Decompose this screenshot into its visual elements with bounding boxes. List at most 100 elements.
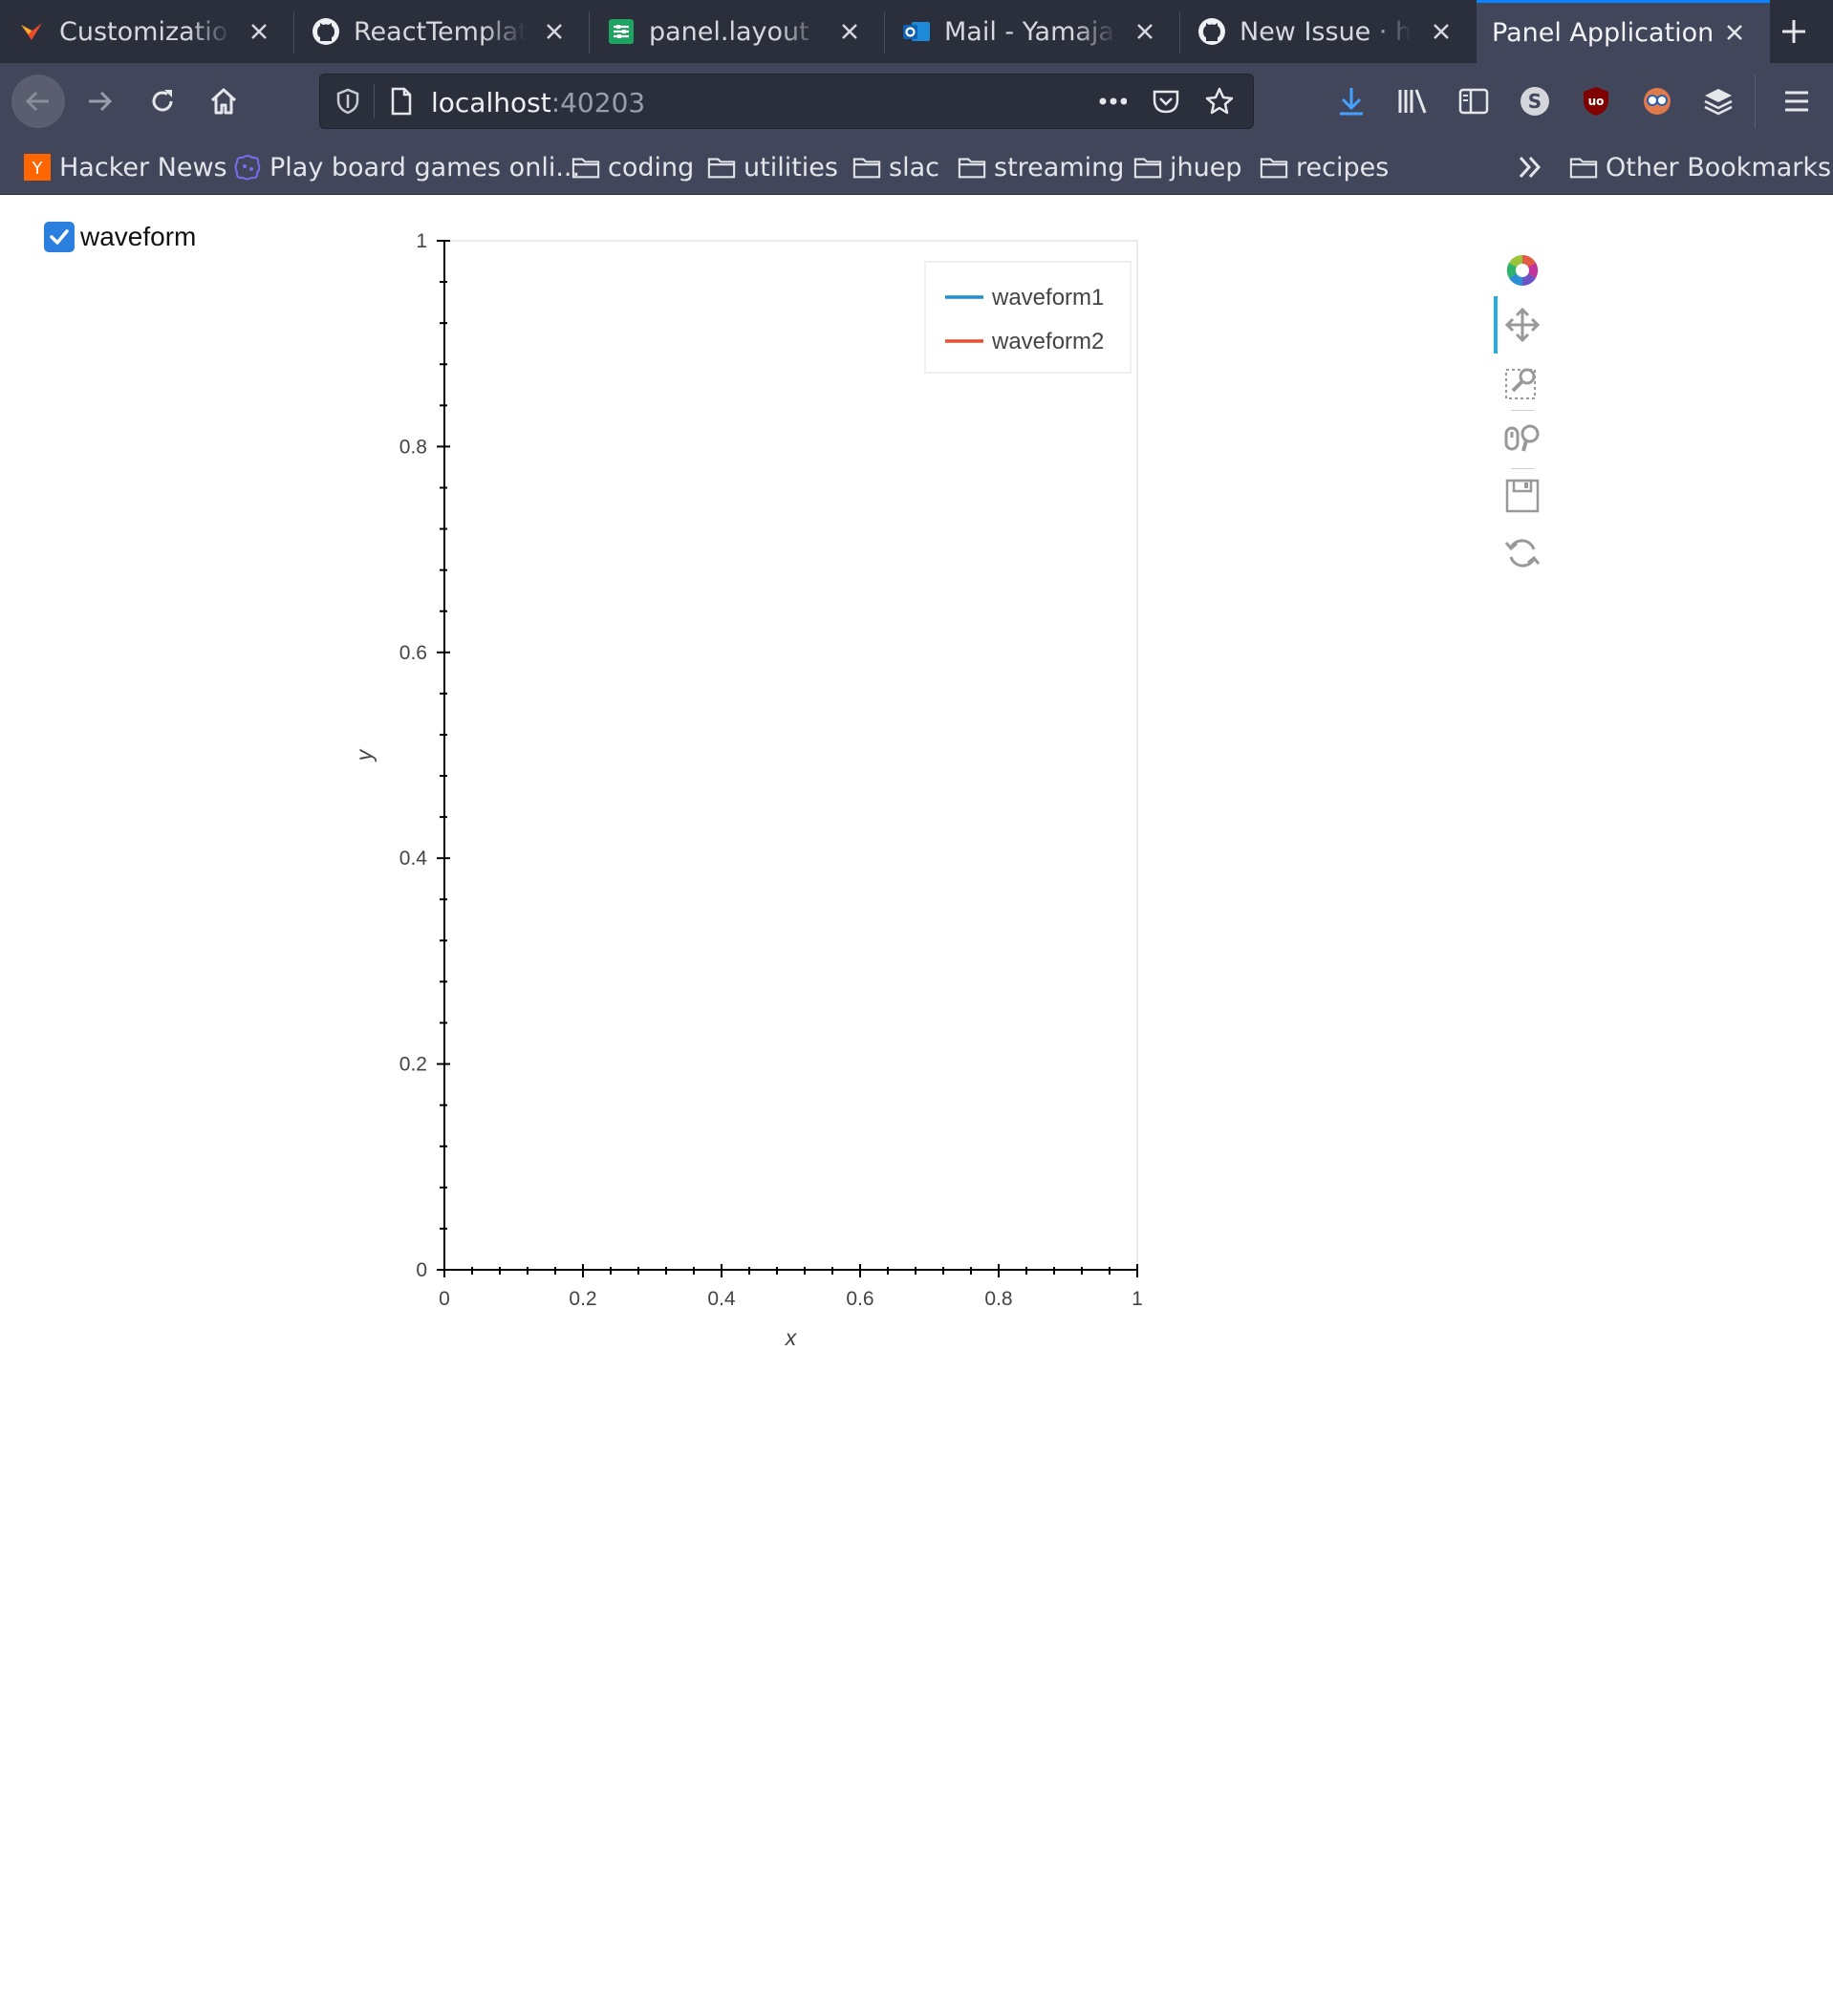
pocket-icon[interactable]	[1152, 87, 1180, 116]
tab-panel-application[interactable]: Panel Application	[1477, 0, 1770, 63]
close-tab-icon[interactable]	[1131, 17, 1159, 46]
y-tick-label: 0.6	[399, 642, 427, 664]
checkbox-checked-icon[interactable]	[44, 222, 75, 252]
chart-canvas[interactable]: 0 0.2 0.4 0.6 0.8 1 y 0 0.2 0.4 0.6 0.8 1 x waveform…	[344, 210, 1262, 1376]
svg-text:uo: uo	[1588, 95, 1605, 108]
tracking-shield-icon[interactable]	[334, 87, 362, 116]
y-tick-label: 0.4	[399, 847, 428, 869]
page-content: waveform 0 0.2 0.4 0.6 0.8 1 y 0 0.2 0.4 0.6 0.8 1 x…	[0, 195, 1833, 2016]
extension-s-icon[interactable]: S	[1518, 84, 1552, 118]
y-tick-label: 1	[416, 230, 427, 252]
url-text[interactable]: localhost:40203	[431, 87, 645, 118]
svg-text:S: S	[1528, 90, 1542, 113]
layers-extension-icon[interactable]	[1701, 84, 1736, 118]
vivaldi-like-favicon-icon	[17, 17, 46, 46]
active-tool-indicator	[1494, 296, 1498, 354]
x-tick-label: 1	[1132, 1288, 1143, 1310]
tab-reacttemplate[interactable]: ReactTemplate ·	[294, 0, 590, 63]
bokeh-plot[interactable]: 0 0.2 0.4 0.6 0.8 1 y 0 0.2 0.4 0.6 0.8 1 x waveform…	[344, 210, 1541, 1376]
bookmark-play-board-games[interactable]: Play board games onli...	[233, 149, 580, 185]
bookmark-label: coding	[608, 152, 695, 182]
folder-icon	[571, 153, 600, 182]
x-axis-label: x	[785, 1325, 798, 1350]
tab-new-issue[interactable]: New Issue · hol	[1180, 0, 1477, 63]
url-bar[interactable]: localhost:40203	[319, 74, 1254, 129]
close-tab-icon[interactable]	[835, 17, 864, 46]
library-icon[interactable]	[1395, 84, 1430, 118]
other-bookmarks-folder[interactable]: Other Bookmarks	[1569, 149, 1831, 185]
tab-customization[interactable]: Customization -	[0, 0, 294, 63]
wheel-zoom-icon[interactable]	[1500, 417, 1544, 461]
bookmark-label: slac	[889, 152, 939, 182]
y-tick-label: 0.8	[399, 436, 427, 458]
bookmarks-toolbar: Y Hacker News Play board games onli... c…	[0, 139, 1833, 195]
sidebar-icon[interactable]	[1456, 84, 1491, 118]
x-tick-label: 0.8	[984, 1288, 1012, 1310]
url-separator	[374, 84, 375, 118]
pan-icon[interactable]	[1500, 303, 1544, 347]
bookmark-star-icon[interactable]	[1205, 87, 1234, 116]
reset-icon[interactable]	[1500, 531, 1544, 575]
close-tab-icon[interactable]	[1720, 18, 1749, 47]
tab-label: New Issue · hol	[1240, 16, 1412, 47]
ublock-origin-icon[interactable]: uo	[1579, 84, 1613, 118]
y-tick-label: 0.2	[399, 1054, 427, 1076]
home-button[interactable]	[197, 75, 250, 128]
plot-frame	[443, 240, 1138, 1271]
folder-icon	[852, 153, 881, 182]
page-actions-icon[interactable]	[1098, 87, 1127, 116]
close-tab-icon[interactable]	[245, 17, 273, 46]
bookmark-folder-streaming[interactable]: streaming	[958, 149, 1124, 185]
tab-label: Customization -	[59, 16, 231, 47]
bookmark-folder-jhuep[interactable]: jhuep	[1133, 149, 1241, 185]
x-tick-label: 0.2	[569, 1288, 596, 1310]
url-port: :40203	[550, 87, 646, 118]
github-icon	[1197, 17, 1226, 46]
tab-mail[interactable]: Mail - Yamajala,	[885, 0, 1180, 63]
hacker-news-icon: Y	[23, 153, 52, 182]
close-tab-icon[interactable]	[1427, 17, 1456, 46]
bookmark-folder-utilities[interactable]: utilities	[707, 149, 838, 185]
page-info-icon[interactable]	[387, 87, 416, 116]
box-zoom-icon[interactable]	[1500, 360, 1544, 404]
bookmark-label: recipes	[1296, 152, 1390, 182]
boardgame-icon	[233, 153, 262, 182]
bookmark-label: Hacker News	[59, 152, 227, 182]
x-tick-label: 0.6	[846, 1288, 873, 1310]
tab-panel-layout[interactable]: panel.layout Pa	[590, 0, 885, 63]
tab-label: ReactTemplate ·	[354, 16, 526, 47]
toolbar-separator	[1755, 75, 1756, 128]
legend-label: waveform1	[991, 285, 1104, 311]
bookmark-label: Play board games onli...	[270, 152, 581, 182]
forward-button[interactable]	[73, 75, 126, 128]
extension-glasses-icon[interactable]	[1640, 84, 1674, 118]
bookmarks-overflow-button[interactable]	[1516, 149, 1552, 185]
folder-icon	[1260, 153, 1288, 182]
navigation-toolbar: localhost:40203 S uo	[0, 63, 1833, 139]
folder-icon	[1569, 153, 1598, 182]
folder-icon	[1133, 153, 1162, 182]
y-tick-label: 0	[416, 1259, 427, 1281]
downloads-icon[interactable]	[1334, 84, 1369, 118]
bookmark-folder-slac[interactable]: slac	[852, 149, 939, 185]
x-tick-label: 0.4	[707, 1288, 736, 1310]
close-tab-icon[interactable]	[540, 17, 569, 46]
reload-button[interactable]	[136, 75, 189, 128]
y-axis-label: y	[352, 748, 377, 762]
hamburger-menu-icon[interactable]	[1779, 84, 1814, 118]
checkbox-label: waveform	[80, 222, 197, 251]
bookmark-folder-coding[interactable]: coding	[571, 149, 694, 185]
legend-box	[924, 261, 1132, 374]
bookmark-hacker-news[interactable]: Y Hacker News	[23, 149, 227, 185]
save-icon[interactable]	[1500, 474, 1544, 518]
bookmark-folder-recipes[interactable]: recipes	[1260, 149, 1389, 185]
outlook-icon	[902, 17, 931, 46]
folder-icon	[707, 153, 736, 182]
tab-label: Mail - Yamajala,	[944, 16, 1116, 47]
tab-strip: Customization - ReactTemplate · panel.la…	[0, 0, 1833, 63]
new-tab-button[interactable]	[1770, 10, 1818, 54]
waveform-checkbox[interactable]: waveform	[44, 220, 196, 254]
chevron-double-right-icon	[1516, 153, 1544, 182]
bokeh-logo-icon[interactable]	[1500, 248, 1544, 292]
back-button[interactable]	[11, 75, 65, 128]
